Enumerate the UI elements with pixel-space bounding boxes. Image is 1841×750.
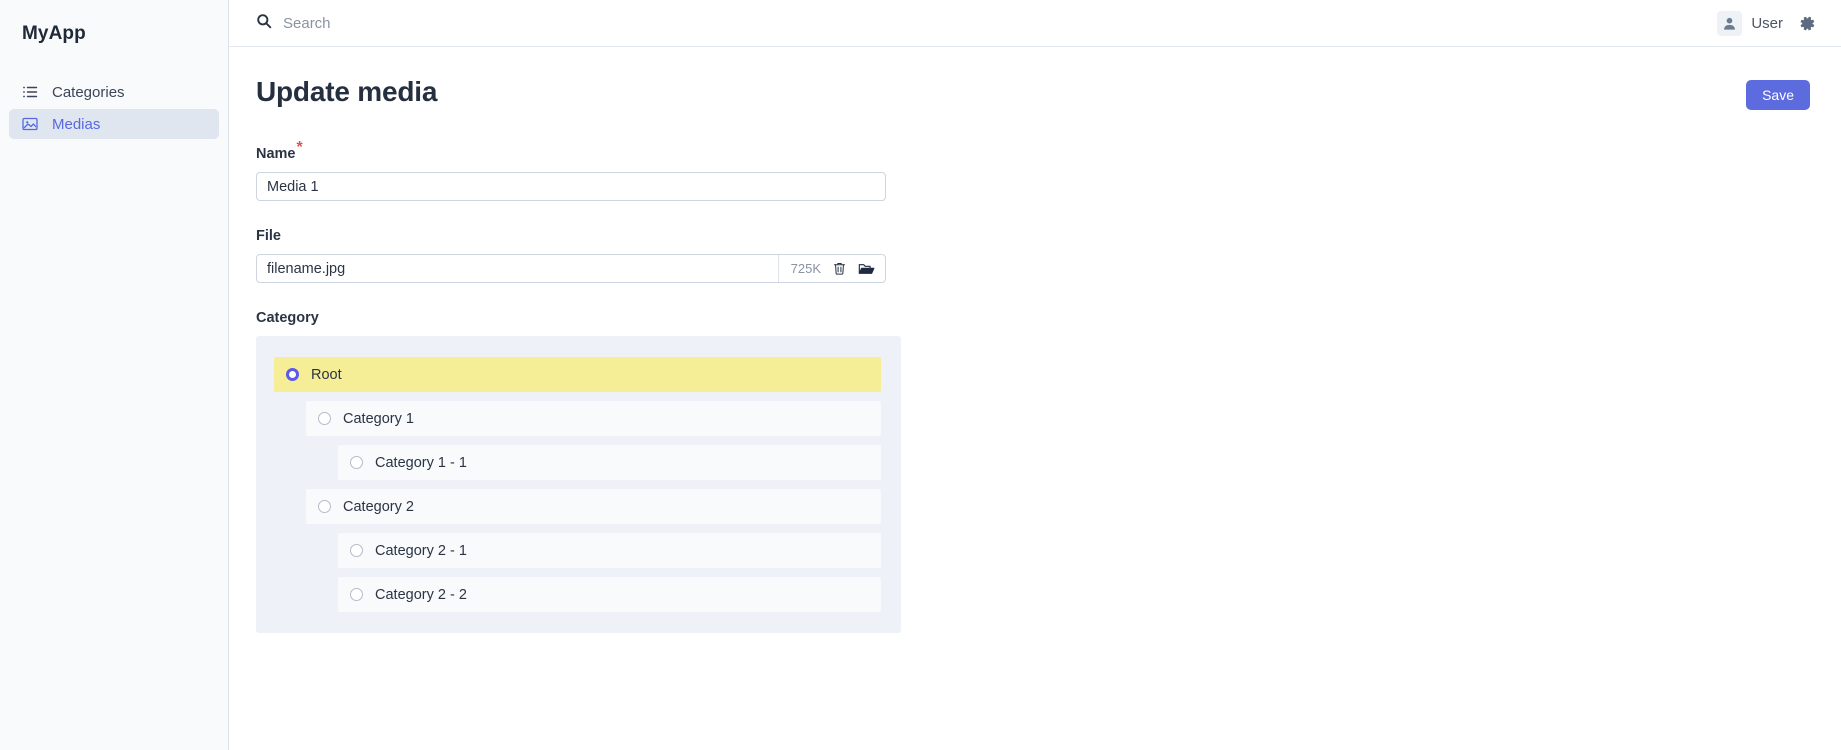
search-box[interactable]: Search [256,13,331,34]
app-brand: MyApp [22,23,86,44]
tree-row[interactable]: Category 2 [306,489,881,524]
sidebar-nav: Categories Medias [0,77,228,139]
tree-row[interactable]: Category 2 - 1 [338,533,881,568]
avatar[interactable] [1717,10,1743,36]
sidebar-item-categories[interactable]: Categories [9,77,219,107]
page-title: Update media [256,76,438,107]
search-icon [256,13,272,34]
image-icon [22,116,39,132]
category-label: Category [256,310,319,326]
radio-icon[interactable] [318,500,331,513]
main-area: Search User Update media Save Name* Medi… [229,0,1841,750]
sidebar-item-medias[interactable]: Medias [9,109,219,139]
tree-row-label: Category 2 - 2 [375,586,467,603]
radio-icon[interactable] [350,588,363,601]
user-label[interactable]: User [1751,15,1783,32]
field-file: File filename.jpg 725K [256,227,1814,283]
search-input[interactable]: Search [283,15,331,32]
folder-open-icon[interactable] [858,261,875,277]
media-form: Name* File filename.jpg 725K [256,140,1814,633]
trash-icon[interactable] [832,261,847,276]
radio-icon[interactable] [350,456,363,469]
tree-row-label: Root [311,366,342,383]
save-button[interactable]: Save [1746,80,1810,110]
tree-row-label: Category 2 - 1 [375,542,467,559]
name-label: Name* [256,140,303,162]
name-label-text: Name [256,146,296,162]
field-category: Category Root Category 1 Category 1 - 1 … [256,309,1814,633]
field-name: Name* [256,140,1814,201]
tree-row[interactable]: Category 1 - 1 [338,445,881,480]
sidebar-item-label: Categories [52,83,125,101]
file-input-row[interactable]: filename.jpg 725K [256,254,886,283]
top-bar-right: User [1717,10,1827,36]
radio-icon[interactable] [350,544,363,557]
required-marker: * [296,139,303,157]
radio-icon[interactable] [318,412,331,425]
tree-row[interactable]: Category 1 [306,401,881,436]
file-name-value: filename.jpg [267,260,346,277]
gear-icon[interactable] [1799,15,1816,32]
sidebar: MyApp Categories Medias [0,0,229,750]
tree-row[interactable]: Root [274,357,881,392]
file-actions: 725K [777,255,885,282]
tree-row[interactable]: Category 2 - 2 [338,577,881,612]
radio-icon[interactable] [286,368,299,381]
list-icon [22,84,39,100]
tree-row-label: Category 2 [343,498,414,515]
content-area: Update media Save Name* File filename.jp… [229,47,1841,750]
page-header: Update media Save [256,76,1814,110]
top-bar: Search User [229,0,1841,47]
file-size: 725K [790,261,821,276]
app-root: MyApp Categories Medias Search User Upda… [0,0,1841,750]
file-label: File [256,228,281,244]
category-tree: Root Category 1 Category 1 - 1 Category … [256,336,901,633]
tree-row-label: Category 1 - 1 [375,454,467,471]
tree-row-label: Category 1 [343,410,414,427]
sidebar-item-label: Medias [52,115,101,133]
name-input[interactable] [256,172,886,201]
